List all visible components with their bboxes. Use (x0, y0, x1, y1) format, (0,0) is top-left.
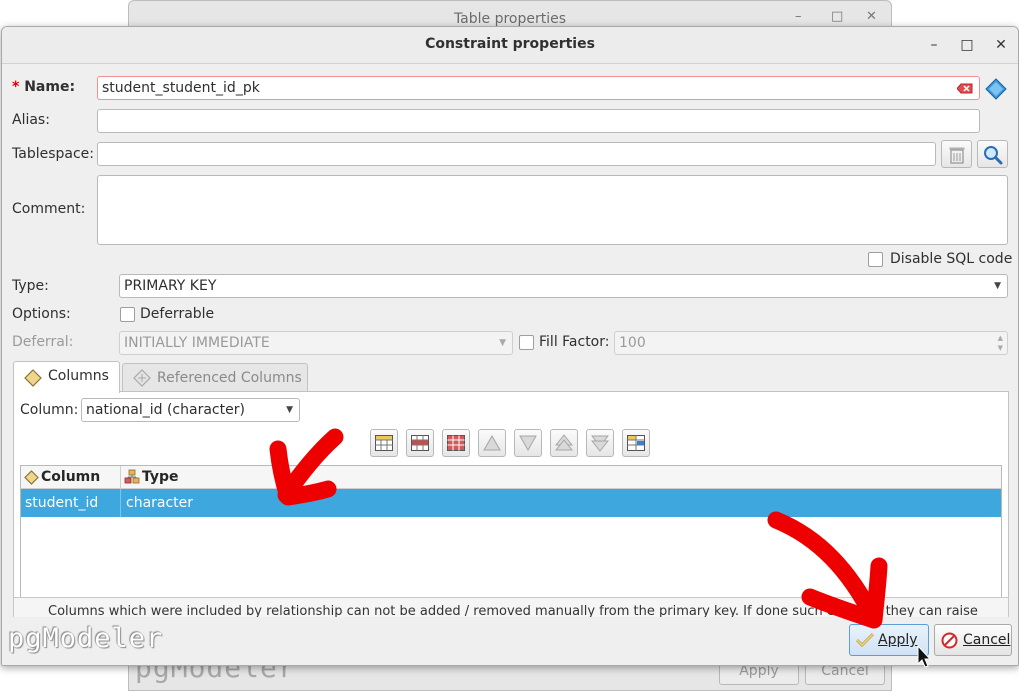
remove-all-button[interactable] (622, 429, 650, 457)
clear-tablespace-button[interactable] (941, 140, 972, 168)
type-icon (124, 469, 140, 484)
trash-icon (949, 147, 965, 164)
alias-input[interactable] (97, 109, 980, 133)
move-up-button[interactable] (478, 429, 506, 457)
fill-factor-label: Fill Factor: (539, 334, 610, 350)
update-item-button[interactable] (406, 429, 434, 457)
type-label: Type: (12, 278, 49, 294)
parent-close-icon[interactable]: ✕ (866, 9, 877, 24)
move-top-button[interactable] (550, 429, 578, 457)
move-down-button[interactable] (514, 429, 542, 457)
column-icon (24, 470, 39, 485)
add-item-button[interactable] (370, 429, 398, 457)
column-select[interactable]: national_id (character) ▼ (81, 398, 300, 422)
comment-textarea[interactable] (97, 175, 1008, 245)
name-input[interactable]: student_student_id_pk (97, 76, 980, 100)
remove-item-button[interactable] (442, 429, 470, 457)
cancel-button[interactable]: Cancel (934, 624, 1012, 656)
comment-label: Comment: (12, 201, 86, 217)
dialog-title: Constraint properties (425, 36, 595, 52)
disable-sql-label: Disable SQL code (890, 251, 1013, 267)
row-type-cell[interactable]: character (122, 489, 422, 517)
name-label: * Name: (12, 79, 76, 95)
type-header[interactable]: Type (122, 466, 322, 488)
chevron-down-icon: ▼ (499, 338, 506, 348)
table-header: Column Type (21, 466, 1001, 489)
constraint-properties-dialog: Constraint properties – □ ✕ * Name: stud… (1, 26, 1019, 666)
parent-maximize-icon[interactable]: □ (831, 9, 843, 24)
clear-table-icon (627, 435, 645, 451)
cancel-icon (941, 632, 958, 649)
tablespace-input[interactable] (97, 142, 936, 166)
spin-arrows-icon[interactable]: ▲ ▼ (998, 333, 1003, 353)
pgmodeler-watermark: pgModeler (8, 623, 164, 654)
deferral-label: Deferral: (12, 334, 74, 350)
type-select[interactable]: PRIMARY KEY ▼ (119, 274, 1008, 298)
select-tablespace-button[interactable] (977, 140, 1008, 168)
chevron-down-icon: ▼ (286, 405, 293, 415)
title-bar: Constraint properties – □ ✕ (2, 27, 1018, 64)
close-icon[interactable]: ✕ (992, 36, 1010, 54)
checkmark-icon (856, 632, 874, 648)
deferrable-label: Deferrable (140, 306, 215, 322)
tab-referenced-columns[interactable]: Referenced Columns (122, 363, 308, 393)
search-icon (984, 146, 1003, 165)
arrow-bottom-icon (591, 435, 609, 452)
column-label: Column: (20, 402, 79, 418)
column-icon (24, 369, 42, 387)
referenced-column-icon (133, 369, 151, 387)
deferral-select[interactable]: INITIALLY IMMEDIATE ▼ (119, 331, 513, 355)
clear-text-icon[interactable] (957, 83, 973, 94)
arrow-top-icon (555, 434, 573, 451)
tablespace-label: Tablespace: (12, 146, 94, 162)
remove-rows-icon (447, 435, 465, 451)
add-row-icon (375, 435, 393, 451)
table-row[interactable]: student_id character (21, 489, 1001, 517)
disable-sql-checkbox[interactable] (868, 252, 883, 267)
chevron-down-icon: ▼ (994, 281, 1001, 291)
tab-columns[interactable]: Columns (13, 361, 120, 393)
arrow-up-icon (483, 435, 501, 451)
move-bottom-button[interactable] (586, 429, 614, 457)
arrow-down-icon (519, 435, 537, 451)
edit-row-icon (411, 435, 429, 451)
column-header[interactable]: Column (21, 466, 121, 488)
maximize-icon[interactable]: □ (958, 36, 976, 54)
row-column-cell[interactable]: student_id (21, 489, 121, 517)
fill-factor-spinbox[interactable]: 100 ▲ ▼ (614, 331, 1008, 355)
columns-table: Column Type student_id character (20, 465, 1002, 613)
object-icon (985, 78, 1007, 100)
options-label: Options: (12, 306, 71, 322)
parent-minimize-icon[interactable]: – (795, 9, 802, 24)
apply-button[interactable]: Apply (849, 624, 929, 656)
deferrable-checkbox[interactable] (120, 307, 135, 322)
minimize-icon[interactable]: – (925, 36, 943, 54)
fill-factor-checkbox[interactable] (519, 335, 534, 350)
alias-label: Alias: (12, 112, 50, 128)
